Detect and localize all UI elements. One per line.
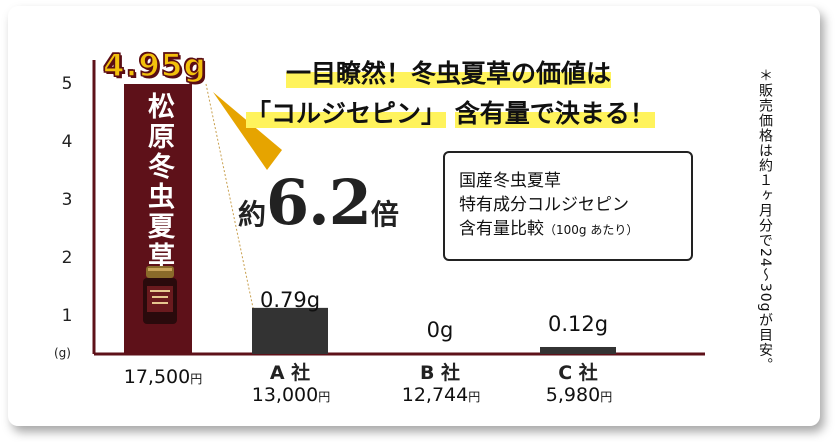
headline-quote: 「コルジセピン」 bbox=[246, 99, 447, 128]
product-jar-icon bbox=[140, 266, 180, 324]
price-hero: 17,500円 bbox=[108, 366, 218, 388]
ytick-2: 2 bbox=[61, 248, 73, 268]
info-line3: 含有量比較（100g あたり） bbox=[459, 217, 677, 242]
category-label-a: A 社 bbox=[269, 362, 311, 384]
bar-value-label-a: 0.79g bbox=[259, 288, 321, 312]
headline-rest: 含有量で決まる！ bbox=[454, 99, 655, 128]
ytick-3: 3 bbox=[61, 190, 73, 210]
price-a: 13,000円 bbox=[236, 384, 346, 406]
price-note: ＊販売価格は約１ヶ月分で24〜30gが目安。 bbox=[757, 68, 773, 373]
bar-value-label-b: 0g bbox=[426, 318, 454, 342]
price-hero-value: 17,500 bbox=[123, 366, 191, 388]
price-b-value: 12,744 bbox=[401, 384, 469, 406]
price-b: 12,744円 bbox=[386, 384, 496, 406]
headline-line1: 一目瞭然！冬虫夏草の価値は bbox=[286, 54, 612, 90]
bar-value-label-hero: 4.95g bbox=[102, 47, 207, 85]
bar-a bbox=[252, 307, 328, 354]
category-label-b: B 社 bbox=[419, 362, 461, 384]
headline-line2: 「コルジセピン」 含有量で決まる！ bbox=[246, 94, 655, 130]
price-c-unit: 円 bbox=[600, 390, 613, 404]
ytick-1: 1 bbox=[61, 306, 73, 326]
price-a-value: 13,000 bbox=[251, 384, 319, 406]
info-line1: 国産冬虫夏草 bbox=[459, 171, 561, 191]
category-label-c: C 社 bbox=[558, 362, 598, 384]
comparison-info-box: 国産冬虫夏草 特有成分コルジセピン 含有量比較（100g あたり） bbox=[443, 151, 693, 261]
ratio-suffix: 倍 bbox=[370, 198, 399, 231]
price-c-value: 5,980 bbox=[545, 384, 601, 406]
ratio-callout: 約6.2倍 bbox=[238, 166, 399, 239]
info-line3-main: 含有量比較 bbox=[459, 219, 544, 239]
headline-line1-text: 一目瞭然！冬虫夏草の価値は bbox=[286, 59, 612, 88]
bar-value-label-c: 0.12g bbox=[547, 312, 609, 336]
price-b-unit: 円 bbox=[468, 390, 481, 404]
bar-c bbox=[540, 346, 616, 354]
ratio-prefix: 約 bbox=[238, 198, 267, 231]
y-unit-label: (g) bbox=[54, 346, 71, 360]
info-line2: 特有成分コルジセピン bbox=[459, 195, 629, 215]
bar-brand-label: 松原冬虫夏草 bbox=[143, 92, 174, 272]
info-line3-small: （100g あたり） bbox=[544, 223, 639, 237]
price-c: 5,980円 bbox=[524, 384, 634, 406]
price-hero-unit: 円 bbox=[190, 372, 203, 386]
ratio-number: 6.2 bbox=[266, 166, 372, 239]
price-a-unit: 円 bbox=[318, 390, 331, 404]
ytick-5: 5 bbox=[61, 74, 73, 94]
ytick-4: 4 bbox=[61, 132, 73, 152]
